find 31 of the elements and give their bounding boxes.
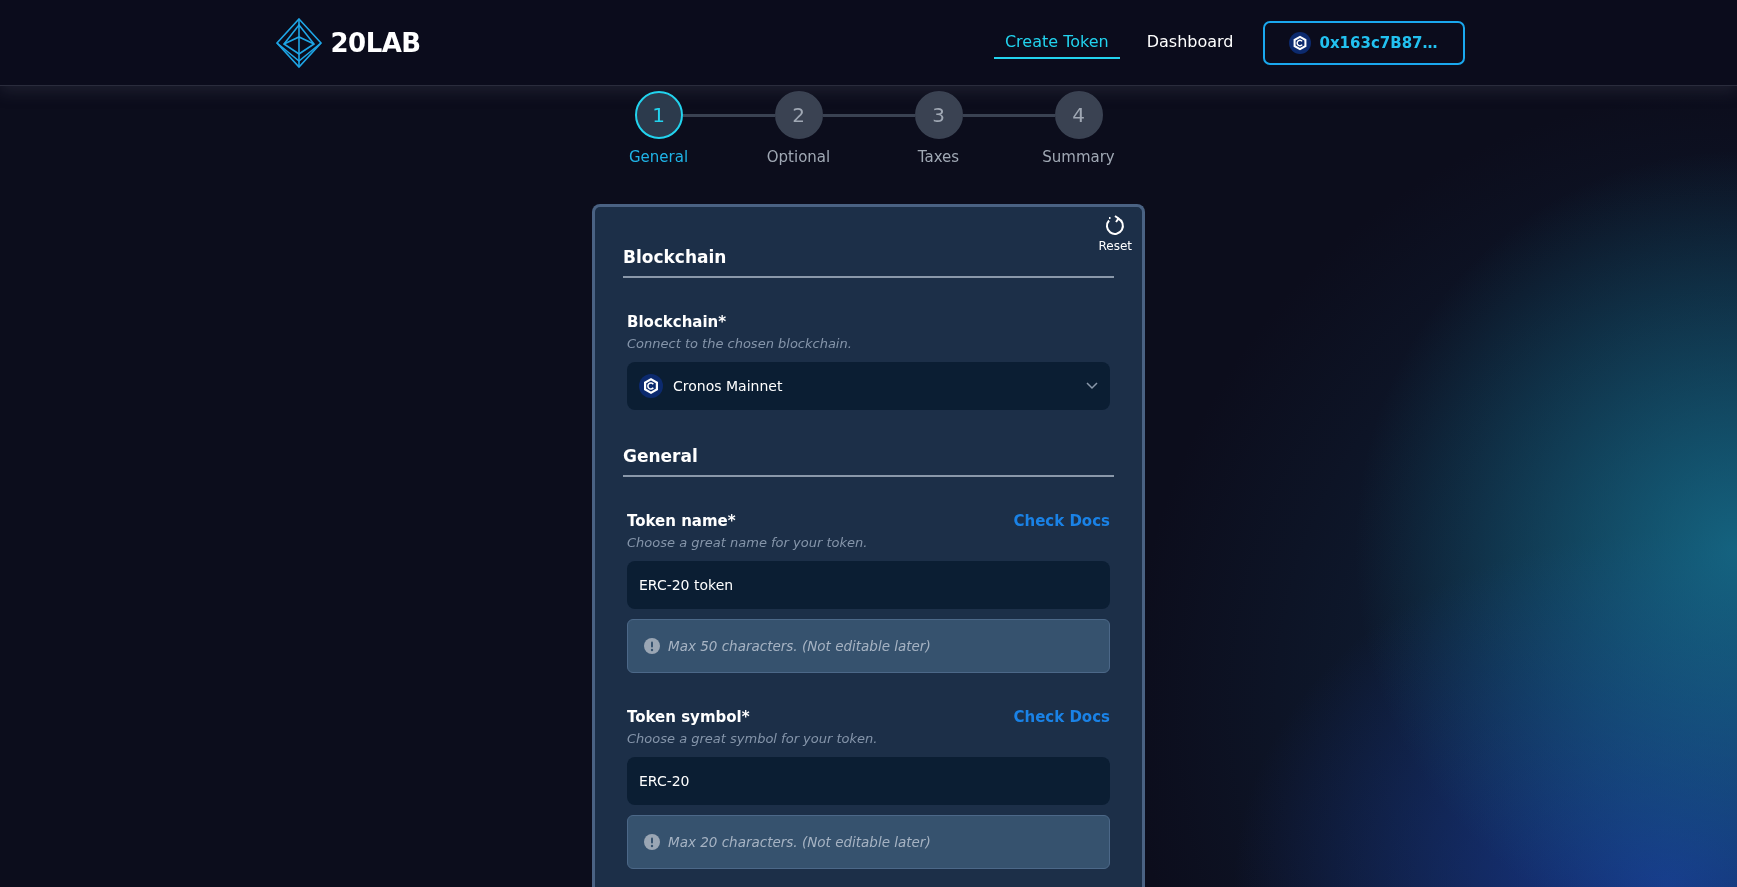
note-text: Max 50 characters. (Not editable later) <box>668 638 931 654</box>
chevron-down-icon <box>1086 382 1098 390</box>
step-label: Summary <box>1042 148 1115 166</box>
field-description: Connect to the chosen blockchain. <box>627 335 853 353</box>
field-description: Choose a great symbol for your token. <box>627 730 879 748</box>
step-label: General <box>628 148 689 166</box>
field-label: Token name* <box>627 511 736 531</box>
info-icon <box>644 638 660 654</box>
field-label: Blockchain* <box>627 312 727 332</box>
reset-icon <box>1104 215 1127 237</box>
reset-button[interactable]: Reset <box>1098 215 1132 253</box>
section-heading: General <box>623 444 1114 477</box>
cronos-icon <box>1289 31 1312 54</box>
info-icon <box>644 834 660 850</box>
step-circle[interactable]: 3 <box>914 91 963 139</box>
step-label: Optional <box>766 148 831 166</box>
text-field[interactable]: ERC-20 token <box>627 561 1110 609</box>
text-field[interactable]: ERC-20 <box>627 757 1110 805</box>
step-label: Taxes <box>917 148 960 166</box>
nav-link[interactable]: Dashboard <box>1135 26 1245 59</box>
nav-link[interactable]: Create Token <box>993 26 1120 59</box>
logo-text: 20LAB <box>330 27 421 58</box>
cronos-icon <box>639 374 663 398</box>
blockchain-select[interactable]: Cronos Mainnet <box>627 362 1110 410</box>
step-circle[interactable]: 1 <box>634 91 683 139</box>
field-description: Choose a great name for your token. <box>627 534 869 552</box>
wallet-button[interactable]: 0x163c7B87… <box>1262 20 1465 65</box>
note-text: Max 20 characters. (Not editable later) <box>668 834 931 850</box>
step-circle[interactable]: 2 <box>774 91 823 139</box>
field-label: Token symbol* <box>627 707 750 727</box>
step-circle[interactable]: 4 <box>1054 91 1103 139</box>
